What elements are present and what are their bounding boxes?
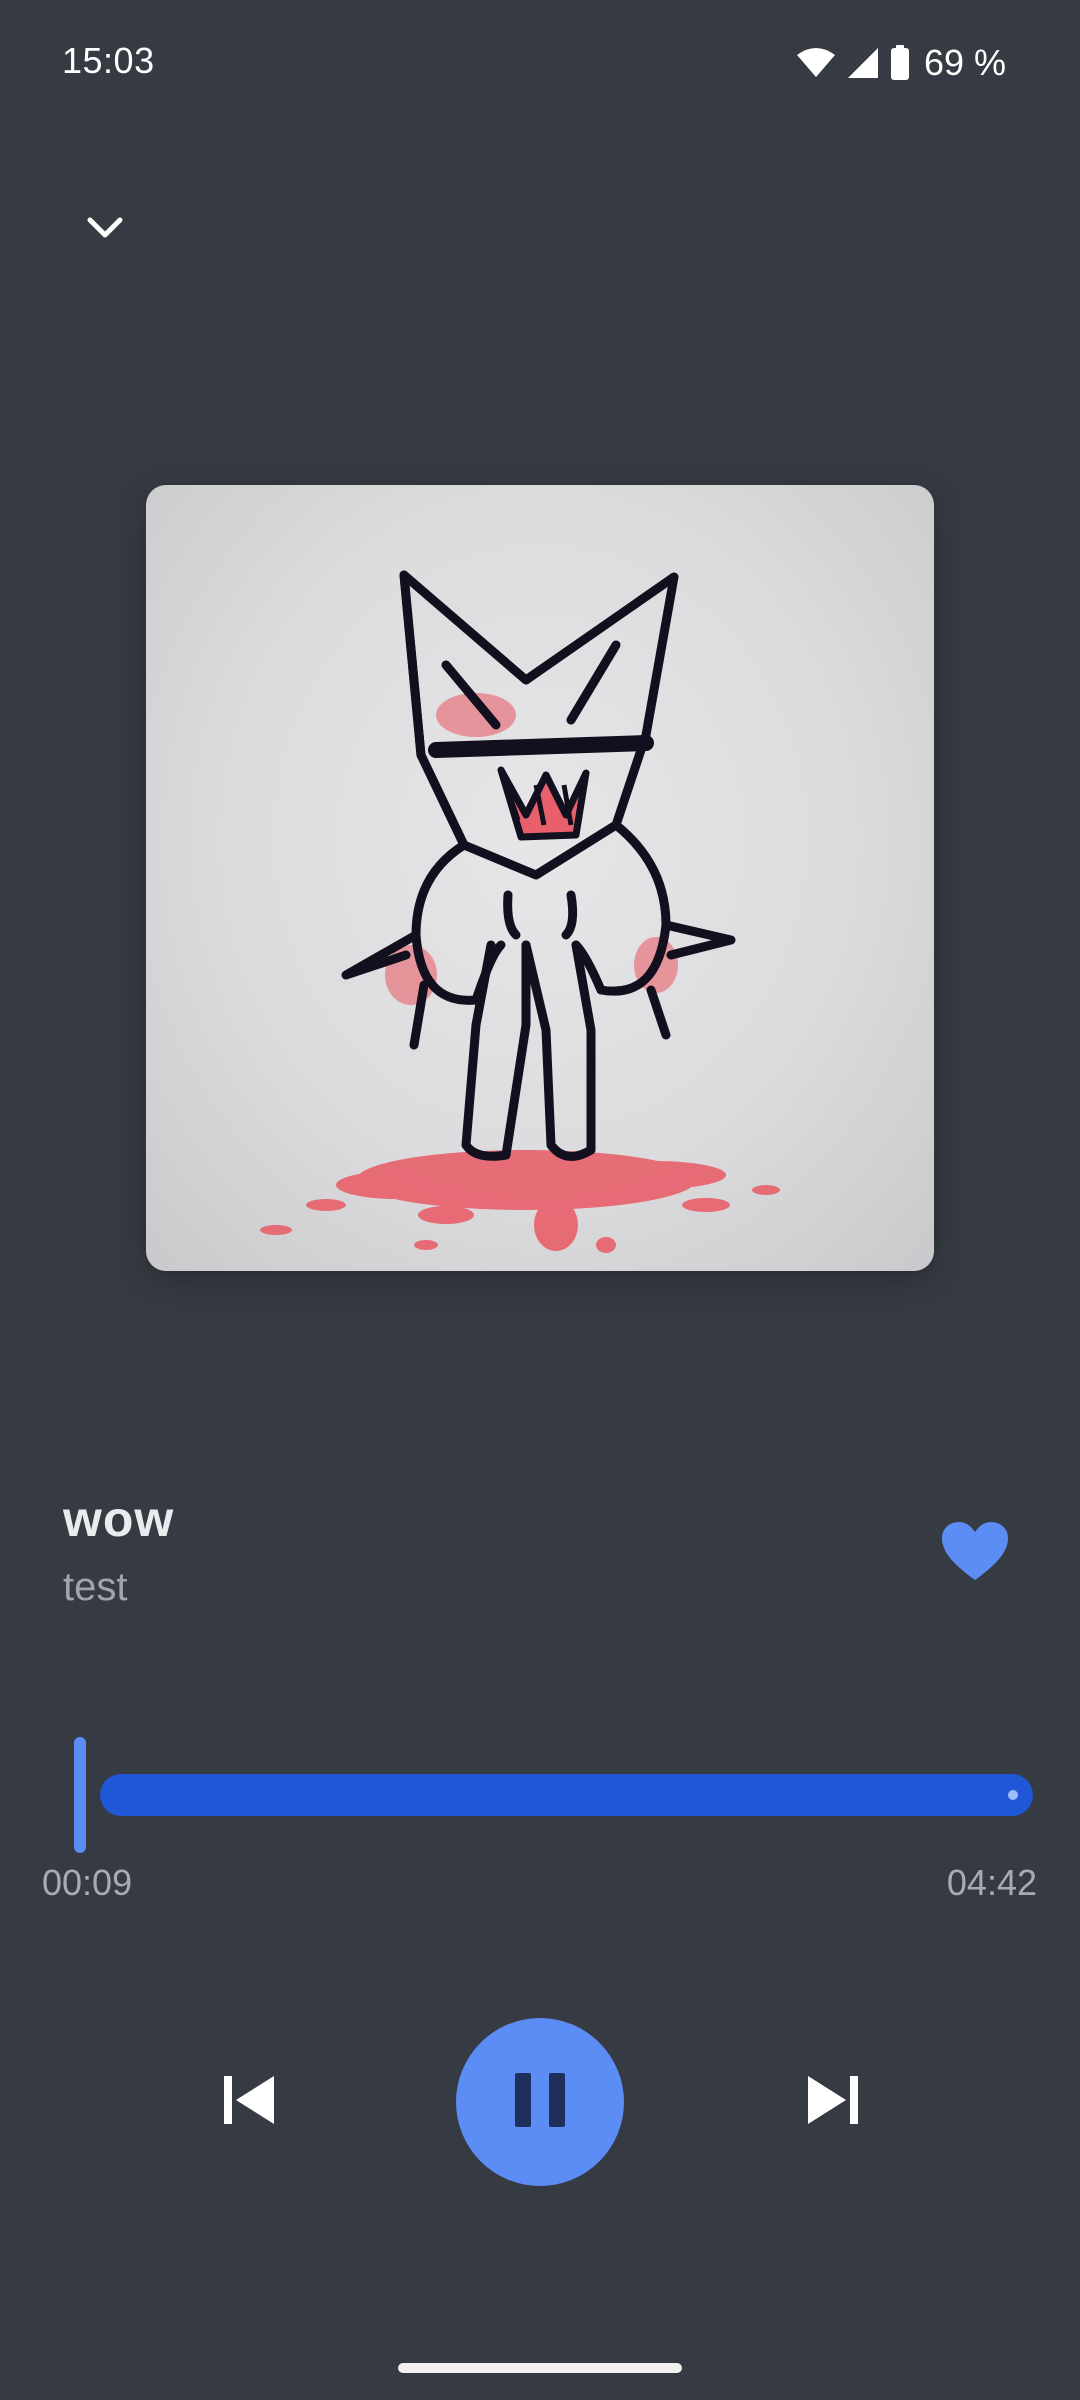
track-title: wow	[63, 1491, 175, 1547]
seek-end-indicator	[1008, 1790, 1018, 1800]
gesture-navigation-bar[interactable]	[398, 2363, 682, 2373]
elapsed-time: 00:09	[42, 1862, 133, 1903]
battery-icon	[890, 45, 910, 81]
battery-percentage: 69 %	[923, 42, 1006, 83]
status-icons: 69 %	[796, 40, 1006, 86]
heart-icon	[940, 1522, 1010, 1588]
skip-previous-icon	[220, 2076, 280, 2134]
track-artist: test	[63, 1565, 128, 1609]
skip-next-icon	[802, 2076, 862, 2134]
album-art	[146, 485, 934, 1271]
status-time: 15:03	[62, 40, 155, 81]
total-duration: 04:42	[946, 1862, 1037, 1903]
previous-track-button[interactable]	[220, 2070, 280, 2130]
wifi-icon	[796, 47, 836, 79]
status-bar: 15:03 69 %	[0, 0, 1080, 130]
chevron-down-icon	[87, 217, 123, 244]
next-track-button[interactable]	[802, 2070, 862, 2130]
favorite-button[interactable]	[940, 1520, 1010, 1584]
seek-handle[interactable]	[74, 1737, 86, 1853]
cell-signal-icon	[846, 46, 880, 80]
seek-bar-track[interactable]	[100, 1774, 1033, 1816]
play-pause-button[interactable]	[456, 2018, 624, 2186]
collapse-player-button[interactable]	[70, 195, 140, 265]
pause-icon	[513, 2071, 567, 2134]
